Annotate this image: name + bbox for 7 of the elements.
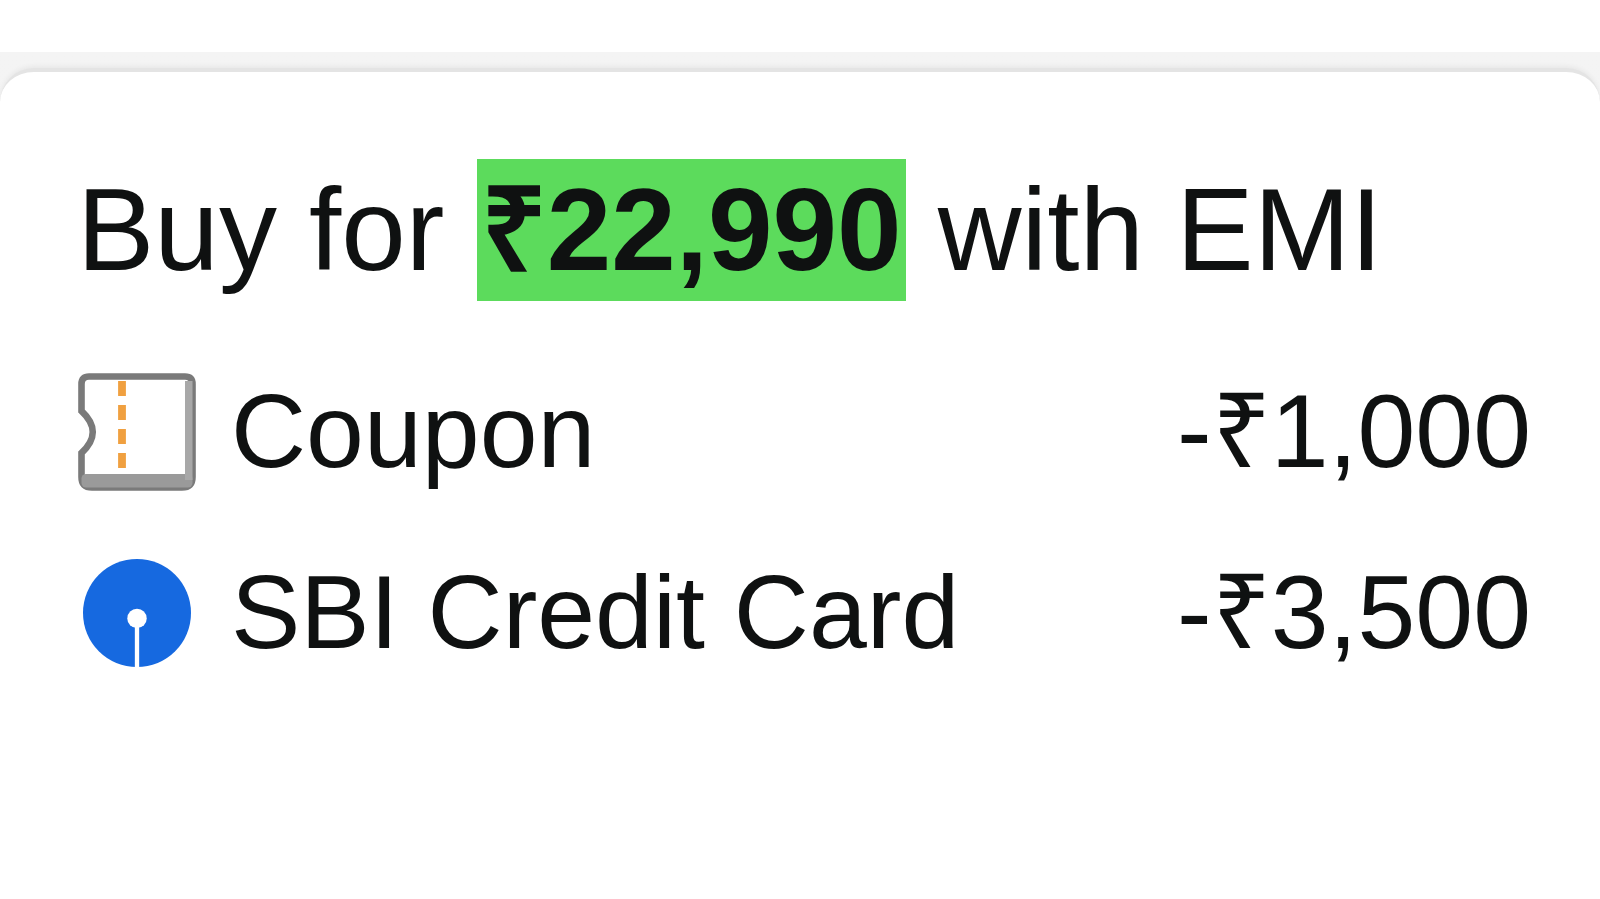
- ticket-icon: [77, 371, 197, 492]
- discount-label: Coupon: [231, 372, 596, 491]
- discount-label: SBI Credit Card: [231, 553, 960, 672]
- discount-amount: -₹3,500: [1177, 553, 1531, 672]
- discount-amount: -₹1,000: [1177, 372, 1531, 491]
- offer-heading: Buy for ₹22,990 with EMI: [77, 158, 1383, 303]
- keyhole-circle-icon: [83, 558, 191, 667]
